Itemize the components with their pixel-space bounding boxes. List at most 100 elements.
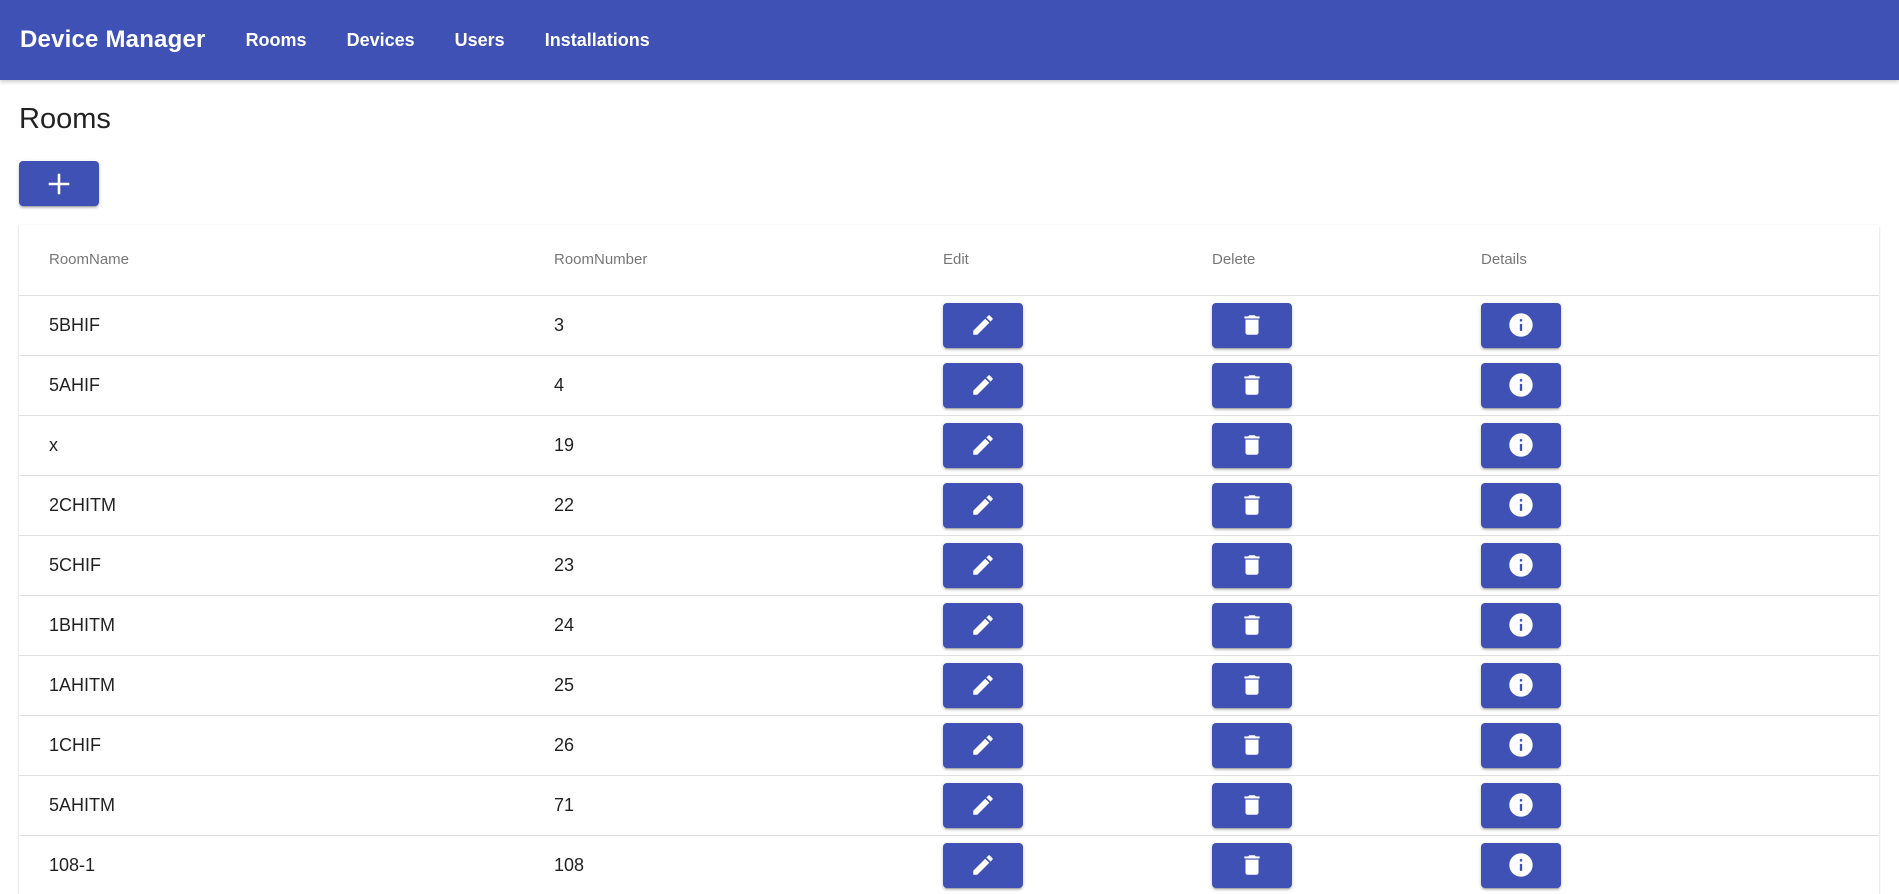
pencil-icon (970, 732, 996, 758)
edit-button[interactable] (943, 482, 1023, 528)
info-icon (1507, 551, 1535, 579)
nav-rooms[interactable]: Rooms (226, 22, 327, 59)
edit-button[interactable] (943, 722, 1023, 768)
edit-cell (943, 415, 1212, 476)
edit-cell (943, 775, 1212, 836)
header-delete: Delete (1212, 225, 1481, 296)
room-number-cell: 19 (554, 415, 943, 476)
pencil-icon (970, 312, 996, 338)
room-name-cell: 1BHITM (19, 595, 554, 656)
details-cell (1481, 295, 1879, 356)
header-edit: Edit (943, 225, 1212, 296)
delete-button[interactable] (1212, 422, 1292, 468)
details-button[interactable] (1481, 362, 1561, 408)
details-cell (1481, 595, 1879, 656)
pencil-icon (970, 792, 996, 818)
delete-button[interactable] (1212, 362, 1292, 408)
details-cell (1481, 475, 1879, 536)
delete-button[interactable] (1212, 662, 1292, 708)
room-number-cell: 3 (554, 295, 943, 356)
edit-button[interactable] (943, 422, 1023, 468)
edit-button[interactable] (943, 542, 1023, 588)
delete-cell (1212, 415, 1481, 476)
add-room-button[interactable] (19, 161, 99, 206)
main-content: Rooms RoomName RoomNumber Edit Delete De… (0, 102, 1899, 894)
delete-button[interactable] (1212, 782, 1292, 828)
header-roomnumber: RoomNumber (554, 225, 943, 296)
info-icon (1507, 311, 1535, 339)
details-cell (1481, 535, 1879, 596)
edit-cell (943, 655, 1212, 716)
nav-installations[interactable]: Installations (525, 22, 670, 59)
pencil-icon (970, 672, 996, 698)
table-row: 2CHITM 22 (19, 475, 1879, 536)
edit-cell (943, 535, 1212, 596)
table-row: 1CHIF 26 (19, 715, 1879, 776)
room-name-cell: 1CHIF (19, 715, 554, 776)
details-cell (1481, 655, 1879, 716)
room-number-cell: 26 (554, 715, 943, 776)
app-title: Device Manager (20, 26, 206, 53)
edit-button[interactable] (943, 662, 1023, 708)
delete-cell (1212, 595, 1481, 656)
table-row: 5AHITM 71 (19, 775, 1879, 836)
edit-button[interactable] (943, 362, 1023, 408)
details-button[interactable] (1481, 722, 1561, 768)
details-cell (1481, 715, 1879, 776)
edit-button[interactable] (943, 782, 1023, 828)
room-name-cell: 2CHITM (19, 475, 554, 536)
edit-cell (943, 835, 1212, 894)
room-name-cell: 108-1 (19, 835, 554, 894)
pencil-icon (970, 612, 996, 638)
pencil-icon (970, 432, 996, 458)
delete-cell (1212, 295, 1481, 356)
room-name-cell: 5CHIF (19, 535, 554, 596)
details-button[interactable] (1481, 842, 1561, 888)
info-icon (1507, 371, 1535, 399)
details-button[interactable] (1481, 422, 1561, 468)
edit-cell (943, 715, 1212, 776)
details-button[interactable] (1481, 542, 1561, 588)
table-header-row: RoomName RoomNumber Edit Delete Details (19, 225, 1879, 296)
room-number-cell: 22 (554, 475, 943, 536)
table-row: 5BHIF 3 (19, 295, 1879, 356)
delete-button[interactable] (1212, 302, 1292, 348)
room-name-cell: 5BHIF (19, 295, 554, 356)
info-icon (1507, 731, 1535, 759)
table-row: 1AHITM 25 (19, 655, 1879, 716)
details-button[interactable] (1481, 602, 1561, 648)
details-button[interactable] (1481, 302, 1561, 348)
info-icon (1507, 791, 1535, 819)
delete-button[interactable] (1212, 602, 1292, 648)
delete-button[interactable] (1212, 482, 1292, 528)
edit-cell (943, 355, 1212, 416)
room-number-cell: 108 (554, 835, 943, 894)
details-cell (1481, 415, 1879, 476)
delete-cell (1212, 775, 1481, 836)
details-button[interactable] (1481, 482, 1561, 528)
delete-cell (1212, 835, 1481, 894)
pencil-icon (970, 492, 996, 518)
plus-icon (48, 173, 70, 195)
trash-icon (1239, 852, 1265, 878)
room-name-cell: x (19, 415, 554, 476)
edit-button[interactable] (943, 842, 1023, 888)
details-button[interactable] (1481, 782, 1561, 828)
table-row: 5CHIF 23 (19, 535, 1879, 596)
delete-button[interactable] (1212, 542, 1292, 588)
details-cell (1481, 355, 1879, 416)
edit-button[interactable] (943, 602, 1023, 648)
details-button[interactable] (1481, 662, 1561, 708)
table-row: x 19 (19, 415, 1879, 476)
room-number-cell: 4 (554, 355, 943, 416)
room-number-cell: 24 (554, 595, 943, 656)
pencil-icon (970, 372, 996, 398)
nav-users[interactable]: Users (435, 22, 525, 59)
edit-button[interactable] (943, 302, 1023, 348)
delete-button[interactable] (1212, 842, 1292, 888)
nav-devices[interactable]: Devices (327, 22, 435, 59)
room-number-cell: 25 (554, 655, 943, 716)
header-roomname: RoomName (19, 225, 554, 296)
info-icon (1507, 491, 1535, 519)
delete-button[interactable] (1212, 722, 1292, 768)
